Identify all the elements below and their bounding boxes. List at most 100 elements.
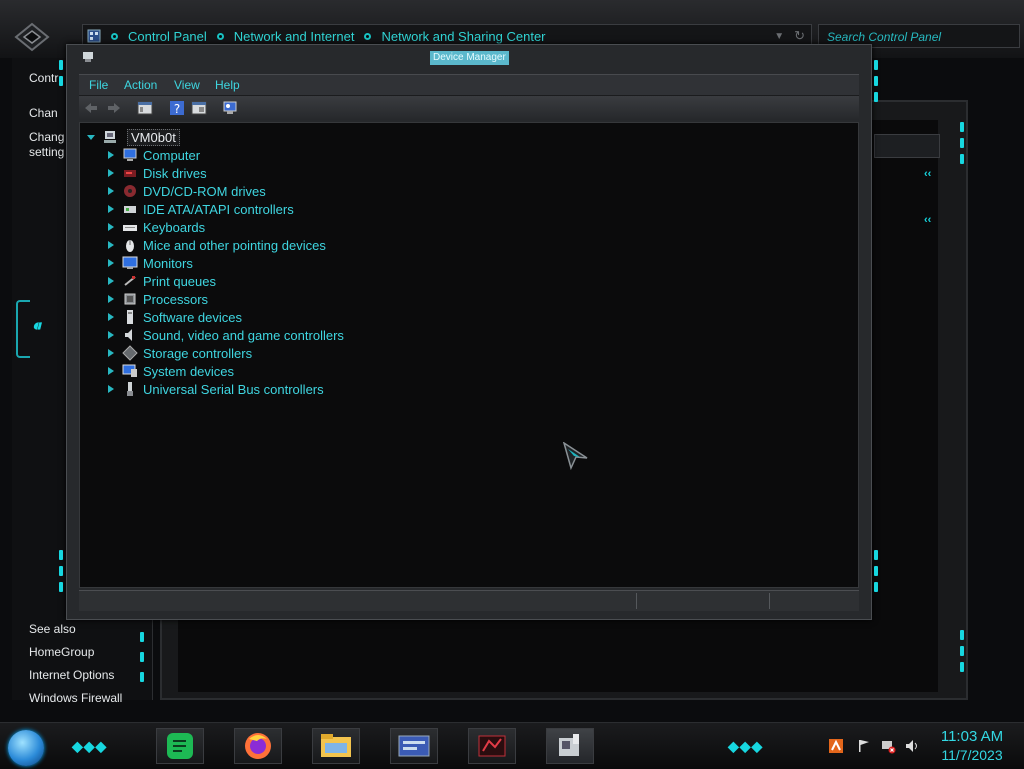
device-category-row[interactable]: Storage controllers: [106, 344, 252, 362]
device-category-row[interactable]: Monitors: [106, 254, 193, 272]
taskbar-control-panel[interactable]: [390, 728, 438, 764]
device-category-label[interactable]: Sound, video and game controllers: [143, 328, 344, 343]
scan-hardware-icon[interactable]: [222, 100, 238, 116]
mouse-cursor-icon: [563, 442, 588, 470]
taskbar-firefox[interactable]: [234, 728, 282, 764]
see-also-homegroup[interactable]: HomeGroup: [29, 645, 94, 659]
decorative-tick: [140, 632, 144, 642]
clock-time[interactable]: 11:03 AM: [934, 728, 1010, 745]
device-category-label[interactable]: DVD/CD-ROM drives: [143, 184, 266, 199]
chevron-down-icon[interactable]: ▼: [774, 31, 784, 42]
network-error-icon[interactable]: [880, 738, 896, 754]
decorative-tick: [874, 566, 878, 576]
notes-app-icon: [167, 733, 193, 759]
menu-action[interactable]: Action: [124, 78, 157, 92]
taskbar-device-manager[interactable]: [546, 728, 594, 764]
menu-view[interactable]: View: [174, 78, 200, 92]
collapse-arrow-icon[interactable]: [86, 132, 96, 142]
left-pane-link[interactable]: Chan: [29, 106, 58, 120]
expand-arrow-icon[interactable]: [106, 222, 116, 232]
device-category-label[interactable]: Storage controllers: [143, 346, 252, 361]
cp-search-box[interactable]: [874, 134, 940, 158]
left-pane-link[interactable]: Contr: [29, 71, 58, 85]
show-hide-console-tree-icon[interactable]: [137, 100, 153, 116]
taskbar-red-app[interactable]: [468, 728, 516, 764]
device-category-row[interactable]: Processors: [106, 290, 208, 308]
expand-arrow-icon[interactable]: [106, 276, 116, 286]
status-divider: [636, 593, 637, 609]
device-category-row[interactable]: Sound, video and game controllers: [106, 326, 344, 344]
device-category-row[interactable]: Disk drives: [106, 164, 207, 182]
decorative-tick: [874, 60, 878, 70]
expand-arrow-icon[interactable]: [106, 384, 116, 394]
decorative-tick: [874, 76, 878, 86]
device-category-row[interactable]: IDE ATA/ATAPI controllers: [106, 200, 294, 218]
collapse-icon[interactable]: ‹‹: [924, 168, 931, 180]
device-category-row[interactable]: System devices: [106, 362, 234, 380]
refresh-icon[interactable]: ↻: [794, 28, 805, 44]
device-category-label[interactable]: Mice and other pointing devices: [143, 238, 326, 253]
help-icon[interactable]: ?: [169, 100, 185, 116]
device-manager-window-icon[interactable]: [81, 50, 95, 64]
device-category-row[interactable]: Mice and other pointing devices: [106, 236, 326, 254]
expand-arrow-icon[interactable]: [106, 330, 116, 340]
start-button[interactable]: [8, 730, 44, 766]
breadcrumb-network-and-internet[interactable]: Network and Internet: [234, 29, 355, 44]
volume-icon[interactable]: [904, 738, 920, 754]
left-pane-link[interactable]: Chang: [29, 130, 64, 144]
expand-arrow-icon[interactable]: [106, 348, 116, 358]
see-also-internet-options[interactable]: Internet Options: [29, 668, 114, 682]
device-category-row[interactable]: Keyboards: [106, 218, 205, 236]
device-category-row[interactable]: DVD/CD-ROM drives: [106, 182, 266, 200]
menu-bar: File Action View Help: [79, 74, 859, 96]
device-category-row[interactable]: Print queues: [106, 272, 216, 290]
expand-arrow-icon[interactable]: [106, 186, 116, 196]
action-center-flag-icon[interactable]: [856, 738, 872, 754]
clock-date[interactable]: 11/7/2023: [934, 747, 1010, 763]
see-also-windows-firewall[interactable]: Windows Firewall: [29, 691, 122, 705]
decorative-chevrons-icon: ◆◆◆: [72, 738, 108, 754]
taskbar-file-explorer[interactable]: [312, 728, 360, 764]
device-category-label[interactable]: IDE ATA/ATAPI controllers: [143, 202, 294, 217]
menu-help[interactable]: Help: [215, 78, 240, 92]
device-category-label[interactable]: Computer: [143, 148, 200, 163]
device-category-label[interactable]: Disk drives: [143, 166, 207, 181]
device-category-label[interactable]: Universal Serial Bus controllers: [143, 382, 324, 397]
expand-arrow-icon[interactable]: [106, 294, 116, 304]
expand-arrow-icon[interactable]: [106, 204, 116, 214]
device-category-row[interactable]: Software devices: [106, 308, 242, 326]
expand-arrow-icon[interactable]: [106, 150, 116, 160]
toolbar: ?: [79, 96, 859, 120]
expand-arrow-icon[interactable]: [106, 240, 116, 250]
firefox-icon: [245, 733, 271, 759]
device-category-label[interactable]: Keyboards: [143, 220, 205, 235]
tree-root-node[interactable]: VM0b0t: [86, 128, 180, 146]
device-category-label[interactable]: Processors: [143, 292, 208, 307]
device-category-label[interactable]: System devices: [143, 364, 234, 379]
forward-icon[interactable]: [106, 100, 122, 116]
expand-arrow-icon[interactable]: [106, 366, 116, 376]
device-category-row[interactable]: Universal Serial Bus controllers: [106, 380, 324, 398]
properties-icon[interactable]: [191, 100, 207, 116]
tree-root-label[interactable]: VM0b0t: [127, 128, 180, 146]
back-icon[interactable]: [83, 100, 99, 116]
breadcrumb-network-sharing-center[interactable]: Network and Sharing Center: [381, 29, 545, 44]
expand-arrow-icon[interactable]: [106, 258, 116, 268]
menu-file[interactable]: File: [89, 78, 108, 92]
disk-drive-icon: [124, 170, 136, 177]
storage-controller-icon: [122, 345, 138, 361]
taskbar-notes-app[interactable]: [156, 728, 204, 764]
software-device-icon: [127, 310, 133, 324]
left-pane-link[interactable]: setting: [29, 145, 64, 159]
expand-arrow-icon[interactable]: [106, 312, 116, 322]
breadcrumb-control-panel[interactable]: Control Panel: [128, 29, 207, 44]
expand-arrow-icon[interactable]: [106, 168, 116, 178]
decorative-logo-icon: ⁌: [30, 314, 41, 339]
tray-app-icon[interactable]: [828, 738, 844, 754]
device-category-row[interactable]: Computer: [106, 146, 200, 164]
device-category-label[interactable]: Monitors: [143, 256, 193, 271]
decorative-tick: [960, 662, 964, 672]
collapse-icon[interactable]: ‹‹: [924, 214, 931, 226]
device-category-label[interactable]: Software devices: [143, 310, 242, 325]
device-category-label[interactable]: Print queues: [143, 274, 216, 289]
